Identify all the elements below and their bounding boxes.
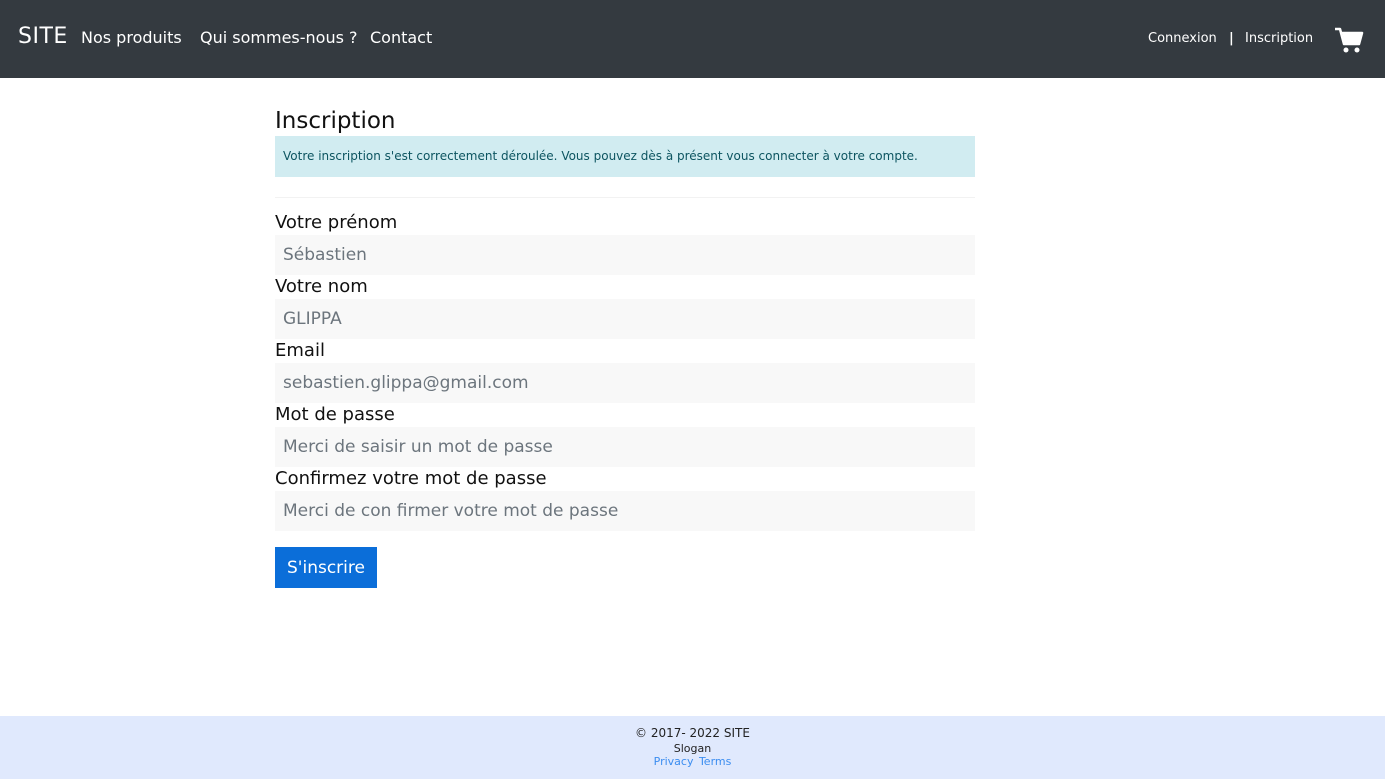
signup-link[interactable]: Inscription (1245, 31, 1313, 46)
footer-link-privacy[interactable]: Privacy (654, 755, 694, 768)
top-navbar: SITE Nos produits Qui sommes-nous ? Cont… (0, 0, 1385, 78)
firstname-input[interactable] (275, 235, 975, 275)
confirm-password-label: Confirmez votre mot de passe (275, 468, 547, 489)
nav-link-contact[interactable]: Contact (370, 28, 432, 47)
footer-link-terms[interactable]: Terms (699, 755, 731, 768)
lastname-label: Votre nom (275, 276, 368, 297)
footer-slogan: Slogan (673, 742, 712, 755)
brand-link[interactable]: SITE (18, 24, 68, 49)
password-label: Mot de passe (275, 404, 395, 425)
signup-submit-button[interactable]: S'inscrire (275, 547, 377, 588)
password-input[interactable] (275, 427, 975, 467)
footer-copyright: © 2017- 2022 SITE (635, 726, 750, 740)
footer-links: Privacy Terms (0, 755, 1385, 768)
signup-form: Votre prénom Votre nom Email Mot de pass… (275, 211, 975, 588)
signup-form-container: Inscription Votre inscription s'est corr… (275, 106, 975, 588)
shopping-cart-icon[interactable] (1334, 26, 1364, 54)
confirm-password-input[interactable] (275, 491, 975, 531)
lastname-input[interactable] (275, 299, 975, 339)
email-label: Email (275, 340, 325, 361)
email-input[interactable] (275, 363, 975, 403)
nav-link-about[interactable]: Qui sommes-nous ? (200, 28, 358, 47)
nav-link-products[interactable]: Nos produits (81, 28, 182, 47)
page-title: Inscription (275, 108, 396, 134)
divider (275, 197, 975, 198)
firstname-label: Votre prénom (275, 212, 398, 233)
auth-separator: | (1229, 31, 1234, 46)
success-alert: Votre inscription s'est correctement dér… (275, 136, 975, 177)
login-link[interactable]: Connexion (1148, 31, 1217, 46)
footer: © 2017- 2022 SITE Slogan Privacy Terms (0, 716, 1385, 779)
